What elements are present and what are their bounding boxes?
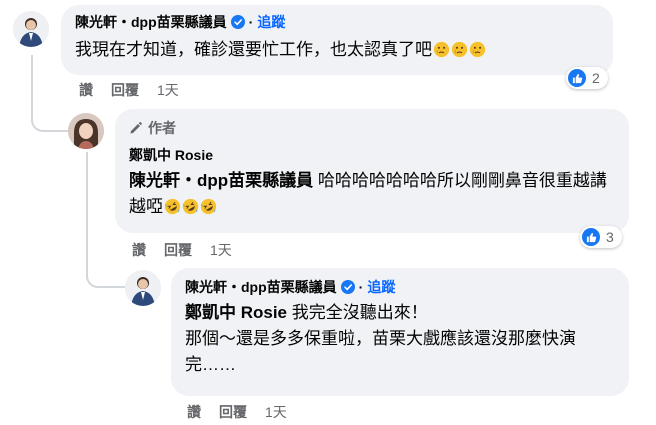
verified-badge-icon <box>230 15 245 29</box>
timestamp[interactable]: 1天 <box>210 240 232 260</box>
reaction-count: 3 <box>606 229 614 245</box>
crying-face-icon <box>451 41 468 58</box>
comment-actions: 讚 回覆 1天 <box>79 80 179 100</box>
commenter-name[interactable]: 鄭凱中 Rosie <box>129 146 213 164</box>
timestamp[interactable]: 1天 <box>157 80 179 100</box>
comment-thread: 陳光軒・dpp苗栗縣議員 · 追蹤 我現在才知道，確診還要忙工作，也太認真了吧 … <box>0 0 656 425</box>
rolling-laughing-icon <box>200 198 217 215</box>
rolling-laughing-icon <box>182 198 199 215</box>
avatar[interactable] <box>68 113 104 149</box>
reply-button[interactable]: 回覆 <box>111 80 139 100</box>
comment-text: 陳光軒・dpp苗栗縣議員 哈哈哈哈哈哈哈所以剛剛鼻音很重越講越啞 <box>129 171 607 216</box>
comment-actions: 讚 回覆 1天 <box>187 402 287 422</box>
follow-link[interactable]: 追蹤 <box>367 278 395 296</box>
commenter-name[interactable]: 陳光軒・dpp苗栗縣議員 <box>75 13 227 31</box>
commenter-name[interactable]: 陳光軒・dpp苗栗縣議員 <box>185 278 337 296</box>
pencil-icon <box>130 122 142 134</box>
comment-text: 我現在才知道，確診還要忙工作，也太認真了吧 <box>75 37 599 63</box>
follow-link[interactable]: 追蹤 <box>257 13 285 31</box>
reply-button[interactable]: 回覆 <box>164 240 192 260</box>
mention-link[interactable]: 陳光軒・dpp苗栗縣議員 <box>129 171 313 190</box>
reaction-summary[interactable]: 3 <box>580 226 622 248</box>
separator-dot: · <box>358 279 364 295</box>
reaction-summary[interactable]: 2 <box>566 67 608 89</box>
like-button[interactable]: 讚 <box>187 402 201 422</box>
timestamp[interactable]: 1天 <box>265 402 287 422</box>
rolling-laughing-icon <box>164 198 181 215</box>
thumbs-up-icon <box>568 69 586 87</box>
comment-actions: 讚 回覆 1天 <box>132 240 232 260</box>
verified-badge-icon <box>340 280 355 294</box>
thumbs-up-icon <box>582 228 600 246</box>
comment-bubble: 作者 鄭凱中 Rosie 陳光軒・dpp苗栗縣議員 哈哈哈哈哈哈哈所以剛剛鼻音很… <box>115 109 629 233</box>
author-tag: 作者 <box>129 118 615 138</box>
avatar[interactable] <box>125 270 161 306</box>
like-button[interactable]: 讚 <box>79 80 93 100</box>
comment-bubble: 陳光軒・dpp苗栗縣議員 · 追蹤 鄭凱中 Rosie 我完全沒聽出來！ 那個～… <box>171 268 629 396</box>
comment-text: 鄭凱中 Rosie 我完全沒聽出來！ 那個～還是多多保重啦，苗栗大戲應該還沒那麼… <box>185 303 576 374</box>
comment-bubble: 陳光軒・dpp苗栗縣議員 · 追蹤 我現在才知道，確診還要忙工作，也太認真了吧 <box>61 5 613 75</box>
like-button[interactable]: 讚 <box>132 240 146 260</box>
avatar[interactable] <box>13 11 49 47</box>
mention-link[interactable]: 鄭凱中 Rosie <box>185 303 287 322</box>
reaction-count: 2 <box>592 70 600 86</box>
crying-face-icon <box>433 41 450 58</box>
reply-button[interactable]: 回覆 <box>219 402 247 422</box>
separator-dot: · <box>248 14 254 30</box>
crying-face-icon <box>469 41 486 58</box>
